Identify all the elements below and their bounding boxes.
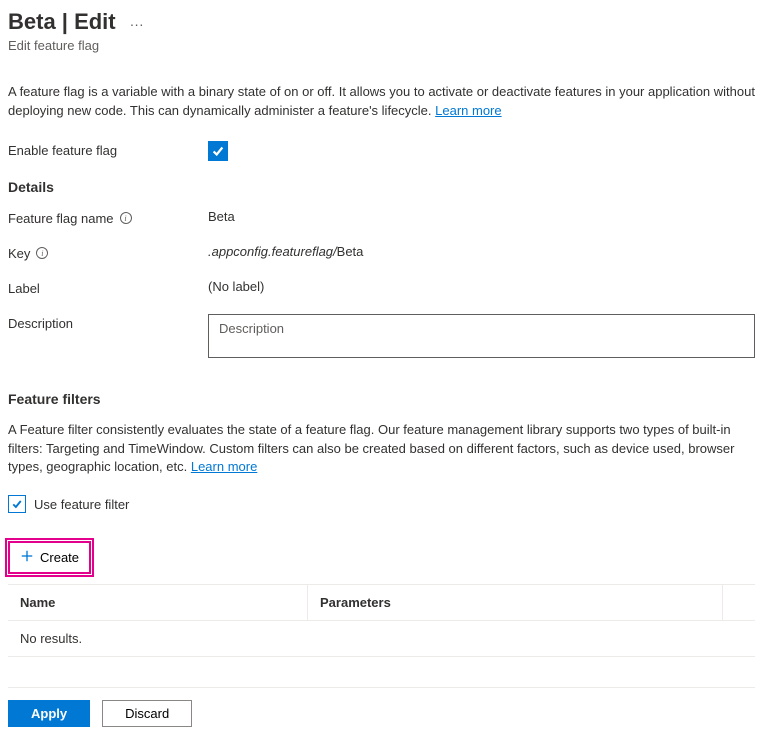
intro-body: A feature flag is a variable with a bina…: [8, 84, 755, 118]
key-name: Beta: [337, 244, 364, 259]
key-prefix: .appconfig.featureflag/: [208, 244, 337, 259]
col-header-params: Parameters: [308, 585, 723, 620]
key-label: Key: [8, 246, 30, 261]
filters-intro: A Feature filter consistently evaluates …: [8, 421, 755, 478]
plus-icon: [20, 549, 34, 566]
info-icon[interactable]: i: [120, 212, 132, 224]
table-empty-row: No results.: [8, 621, 755, 656]
enable-flag-checkbox[interactable]: [208, 141, 228, 161]
info-icon[interactable]: i: [36, 247, 48, 259]
create-label: Create: [40, 550, 79, 565]
filters-intro-body: A Feature filter consistently evaluates …: [8, 422, 734, 475]
use-filter-label: Use feature filter: [34, 497, 129, 512]
intro-text: A feature flag is a variable with a bina…: [8, 83, 755, 121]
description-label: Description: [8, 314, 208, 331]
enable-flag-label: Enable feature flag: [8, 141, 208, 158]
label-value: (No label): [208, 279, 755, 294]
label-label: Label: [8, 279, 208, 296]
page-title: Beta | Edit: [8, 9, 116, 35]
learn-more-link[interactable]: Learn more: [435, 103, 501, 118]
create-button[interactable]: Create: [8, 541, 91, 574]
col-header-actions: [723, 585, 755, 620]
filters-learn-more-link[interactable]: Learn more: [191, 459, 257, 474]
discard-button[interactable]: Discard: [102, 700, 192, 727]
name-label: Feature flag name: [8, 211, 114, 226]
col-header-name: Name: [8, 585, 308, 620]
more-icon[interactable]: ···: [126, 12, 148, 36]
details-heading: Details: [8, 179, 755, 195]
page-subtitle: Edit feature flag: [8, 38, 755, 53]
use-filter-checkbox[interactable]: [8, 495, 26, 513]
footer-bar: Apply Discard: [8, 687, 755, 727]
filters-heading: Feature filters: [8, 391, 755, 407]
apply-button[interactable]: Apply: [8, 700, 90, 727]
description-input[interactable]: [208, 314, 755, 358]
filter-table: Name Parameters No results.: [8, 584, 755, 657]
name-value: Beta: [208, 209, 755, 224]
key-value: .appconfig.featureflag/Beta: [208, 244, 755, 259]
